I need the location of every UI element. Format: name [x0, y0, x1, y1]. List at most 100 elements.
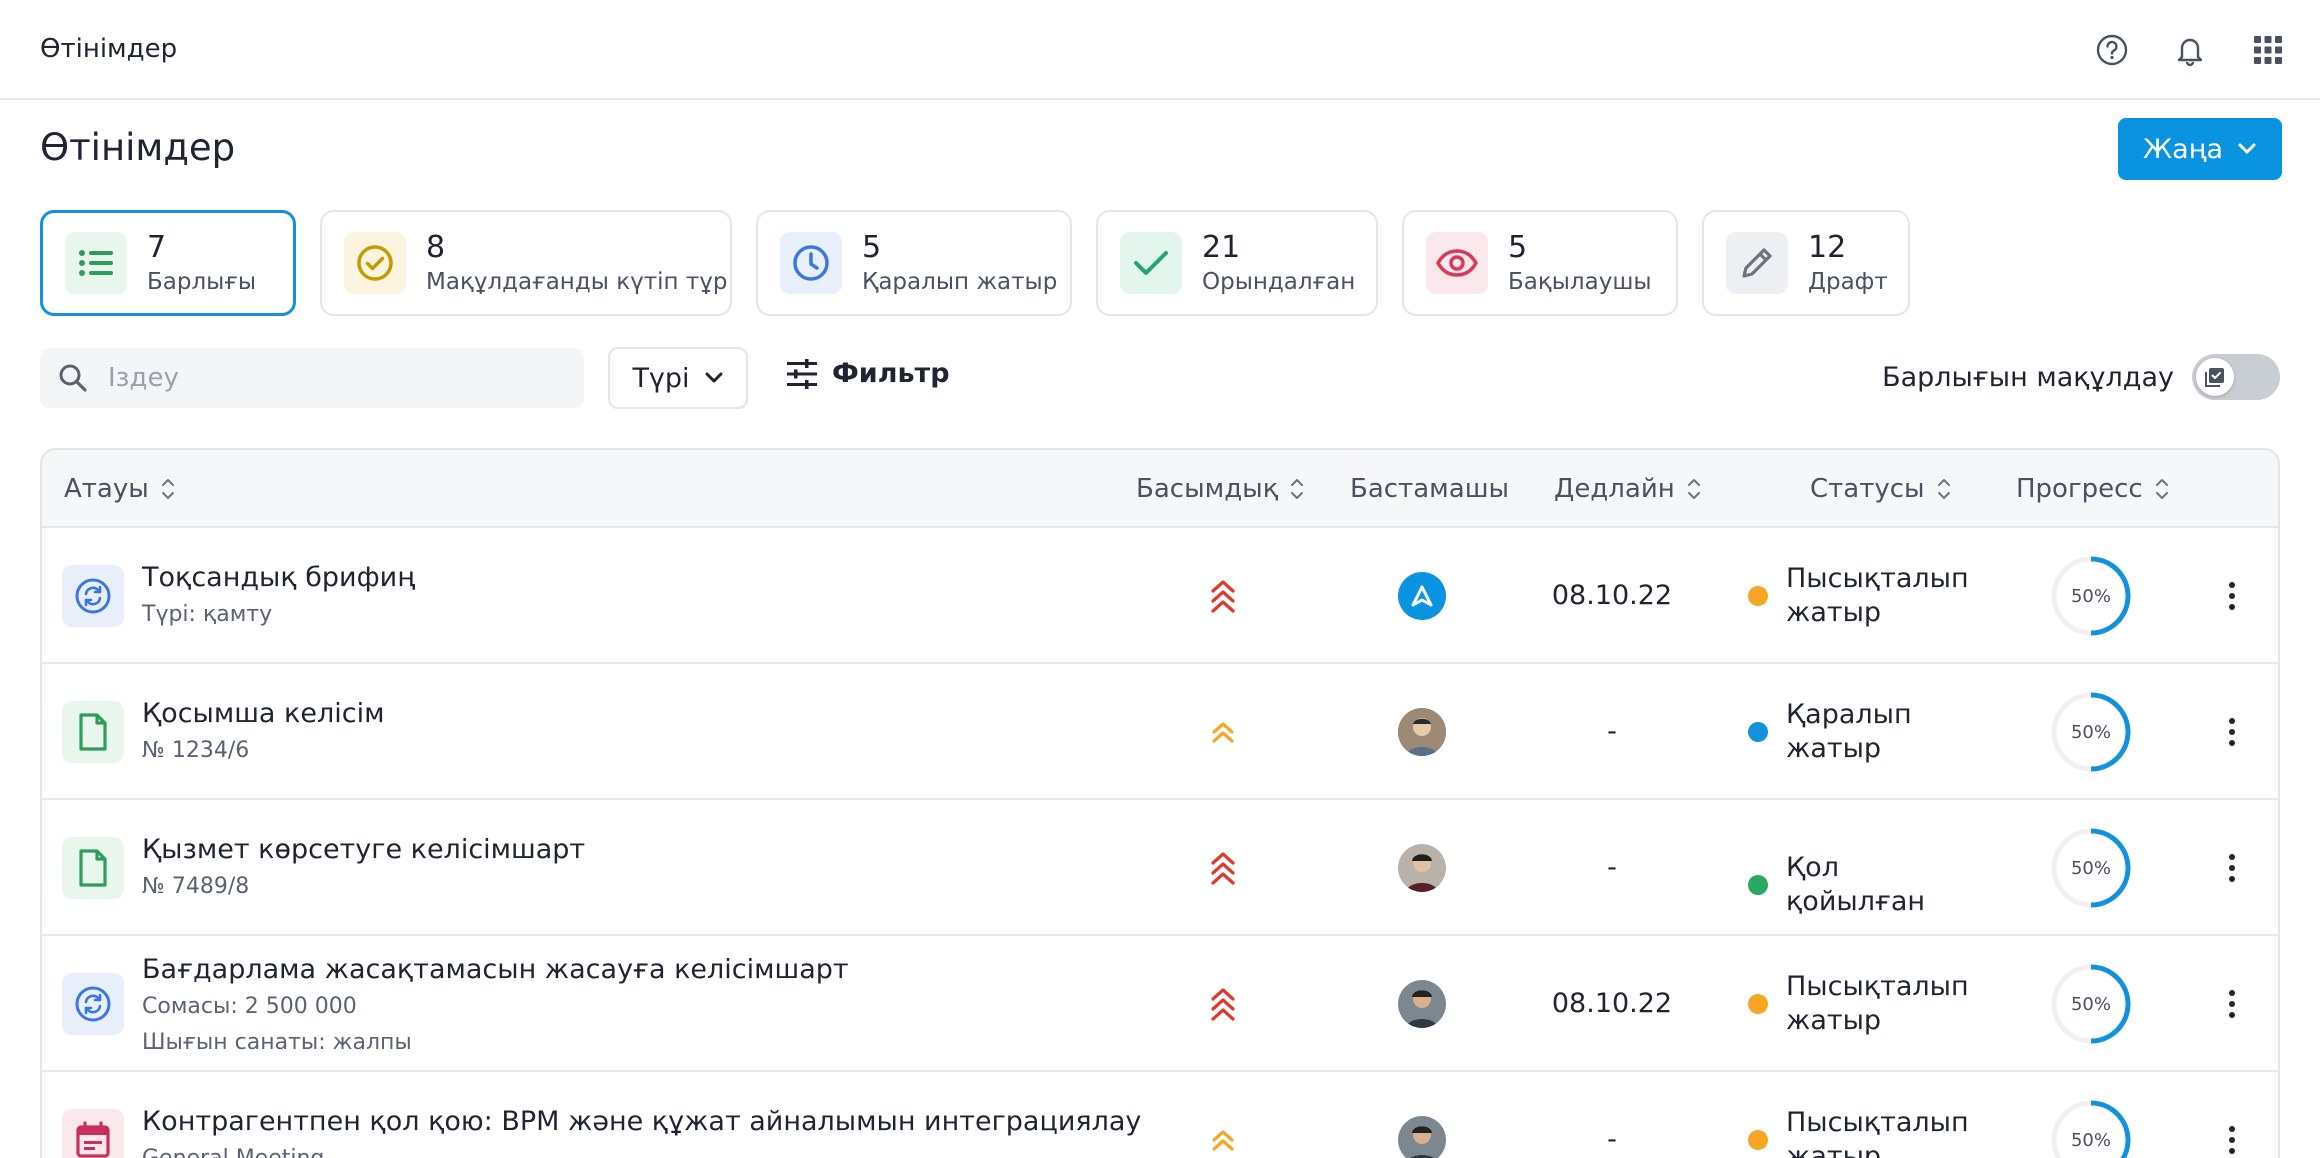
approve-all-label: Барлығын мақұлдау	[1882, 361, 2174, 393]
table-row[interactable]: Бағдарлама жасақтамасын жасауға келісімш…	[42, 936, 2278, 1072]
filter-button[interactable]: Фильтр	[786, 358, 950, 389]
card-count: 21	[1202, 230, 1241, 265]
search-input[interactable]	[108, 363, 548, 393]
row-title: Контрагентпен қол қою: BPM және құжат ай…	[142, 1106, 1142, 1137]
card-count: 5	[1508, 230, 1528, 265]
row-deadline: 08.10.22	[1551, 580, 1673, 611]
row-title: Тоқсандық брифиң	[142, 562, 416, 593]
chevron-down-icon	[2238, 143, 2256, 154]
page-title: Өтінімдер	[40, 126, 236, 169]
row-subtitle-2: Шығын санаты: жалпы	[142, 1030, 412, 1055]
card-count: 12	[1808, 230, 1847, 265]
avatar[interactable]	[1398, 1116, 1446, 1158]
column-name[interactable]: Атауы	[64, 474, 175, 504]
checklist-icon	[2205, 368, 2224, 387]
column-deadline[interactable]: Дедлайн	[1554, 474, 1701, 504]
status-text: Пысықталып жатыр	[1786, 971, 1969, 1036]
card-count: 5	[862, 230, 882, 265]
table-row[interactable]: Қосымша келісім № 1234/6 - Қаралып жатыр…	[42, 664, 2278, 800]
status-dot	[1748, 1130, 1768, 1150]
search-icon	[59, 364, 87, 392]
new-button[interactable]: Жаңа	[2118, 118, 2282, 180]
card-draft[interactable]: 12 Драфт	[1702, 210, 1910, 316]
card-label: Орындалған	[1202, 269, 1356, 295]
approve-all-toggle[interactable]	[2192, 354, 2280, 400]
row-subtitle: Түрі: қамту	[142, 602, 273, 627]
table-row[interactable]: Контрагентпен қол қою: BPM және құжат ай…	[42, 1072, 2278, 1158]
status-dot	[1748, 586, 1768, 606]
row-title: Қосымша келісім	[142, 698, 385, 729]
stat-cards: 7 Барлығы 8 Мақұлдағанды күтіп тұр 5 Қар…	[40, 210, 1910, 316]
type-select-label: Түрі	[632, 362, 690, 394]
card-awaiting-approval[interactable]: 8 Мақұлдағанды күтіп тұр	[320, 210, 732, 316]
card-completed[interactable]: 21 Орындалған	[1096, 210, 1378, 316]
column-initiator-label: Бастамашы	[1350, 474, 1510, 504]
row-status: Пысықталып жатыр	[1748, 1106, 1969, 1158]
bell-icon[interactable]	[2168, 28, 2212, 72]
card-label: Қаралып жатыр	[862, 269, 1058, 295]
row-status: Қаралып жатыр	[1748, 698, 1956, 766]
card-all[interactable]: 7 Барлығы	[40, 210, 296, 316]
row-subtitle: № 1234/6	[142, 738, 250, 763]
toggle-knob	[2196, 358, 2234, 396]
progress-ring: 50%	[2050, 827, 2132, 909]
new-button-label: Жаңа	[2142, 133, 2223, 165]
row-subtitle: № 7489/8	[142, 874, 250, 899]
column-status[interactable]: Статусы	[1810, 474, 1951, 504]
row-status: Пысықталып жатыр	[1748, 970, 1969, 1038]
priority-high-icon	[1211, 580, 1235, 613]
progress-ring: 50%	[2050, 691, 2132, 773]
progress-text: 50%	[2070, 585, 2111, 607]
apps-grid-icon[interactable]	[2246, 28, 2290, 72]
filter-button-label: Фильтр	[832, 358, 950, 389]
table-header: Атауы Басымдық Бастамашы Дедлайн Статусы…	[42, 450, 2278, 528]
column-priority[interactable]: Басымдық	[1136, 474, 1304, 504]
avatar[interactable]	[1398, 572, 1446, 620]
clock-icon	[780, 232, 842, 294]
column-deadline-label: Дедлайн	[1554, 474, 1675, 504]
help-icon[interactable]	[2090, 28, 2134, 72]
avatar[interactable]	[1398, 844, 1446, 892]
calendar-icon	[62, 1109, 124, 1158]
requests-table: Атауы Басымдық Бастамашы Дедлайн Статусы…	[40, 448, 2280, 1158]
card-label: Драфт	[1808, 269, 1888, 295]
avatar[interactable]	[1398, 708, 1446, 756]
app-title: Өтінімдер	[40, 34, 178, 64]
check-icon	[1120, 232, 1182, 294]
priority-high-icon	[1211, 852, 1235, 885]
sort-icon	[1687, 479, 1700, 499]
avatar[interactable]	[1398, 980, 1446, 1028]
row-menu-icon[interactable]	[2222, 576, 2242, 616]
row-deadline: 08.10.22	[1551, 988, 1673, 1019]
row-title: Қызмет көрсетуге келісімшарт	[142, 834, 586, 865]
approve-all: Барлығын мақұлдау	[1882, 354, 2280, 400]
card-observer[interactable]: 5 Бақылаушы	[1402, 210, 1678, 316]
row-menu-icon[interactable]	[2222, 984, 2242, 1024]
row-menu-icon[interactable]	[2222, 1120, 2242, 1158]
table-row[interactable]: Тоқсандық брифиң Түрі: қамту 08.10.22 Пы…	[42, 528, 2278, 664]
table-row[interactable]: Қызмет көрсетуге келісімшарт № 7489/8 - …	[42, 800, 2278, 936]
row-status: Пысықталып жатыр	[1748, 562, 1969, 630]
card-under-review[interactable]: 5 Қаралып жатыр	[756, 210, 1072, 316]
column-status-label: Статусы	[1810, 474, 1925, 504]
sort-icon	[1291, 479, 1304, 499]
column-name-label: Атауы	[64, 474, 149, 504]
progress-text: 50%	[2070, 857, 2111, 879]
column-priority-label: Басымдық	[1136, 474, 1279, 504]
sync-icon	[62, 565, 124, 627]
progress-text: 50%	[2070, 993, 2111, 1015]
check-circle-icon	[344, 232, 406, 294]
progress-ring: 50%	[2050, 963, 2132, 1045]
sort-icon	[1937, 479, 1950, 499]
filter-sliders-icon	[787, 358, 817, 389]
status-text: Пысықталып жатыр	[1786, 1107, 1969, 1158]
row-deadline: -	[1607, 852, 1617, 883]
list-icon	[65, 232, 127, 294]
type-select[interactable]: Түрі	[608, 347, 748, 409]
row-menu-icon[interactable]	[2222, 848, 2242, 888]
row-menu-icon[interactable]	[2222, 712, 2242, 752]
column-initiator: Бастамашы	[1350, 474, 1509, 504]
priority-high-icon	[1211, 988, 1235, 1021]
column-progress[interactable]: Прогресс	[2016, 474, 2169, 504]
document-icon	[62, 837, 124, 899]
